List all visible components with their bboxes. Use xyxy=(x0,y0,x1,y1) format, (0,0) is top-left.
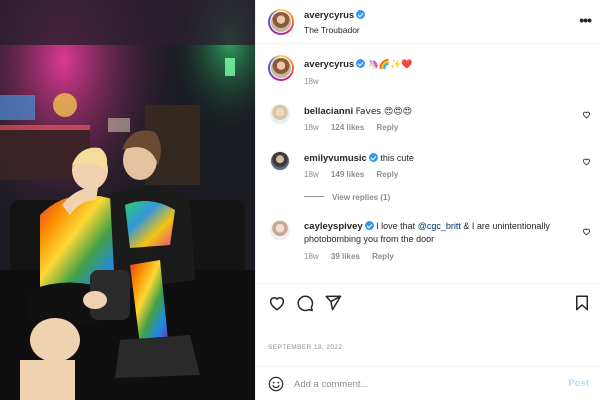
comment-time[interactable]: 18w xyxy=(304,170,319,179)
comment-text-row: emilyvumusic this cute xyxy=(304,152,574,165)
comment-icon[interactable] xyxy=(296,294,314,312)
comment-text-row: cayleyspivey I love that @cgc_britt & I … xyxy=(304,220,574,246)
post-sidebar: averycyrus The Troubador ••• averycyrus … xyxy=(255,0,600,400)
reply-button[interactable]: Reply xyxy=(377,170,399,179)
comment-avatar[interactable] xyxy=(270,151,290,171)
comment-likes[interactable]: 149 likes xyxy=(331,170,364,179)
comment-username[interactable]: cayleyspivey xyxy=(304,221,363,232)
bookmark-icon[interactable] xyxy=(573,294,591,312)
view-replies-line xyxy=(304,196,324,197)
comment-meta: 18w 149 likes Reply xyxy=(304,170,408,179)
comment-avatar[interactable] xyxy=(270,220,290,240)
more-horizontal-icon[interactable]: ••• xyxy=(579,12,592,28)
view-replies-label: View replies (1) xyxy=(332,193,391,202)
post-actions-bar xyxy=(256,283,600,323)
caption-meta: 18w xyxy=(304,77,329,86)
comment-time[interactable]: 18w xyxy=(304,123,319,132)
share-icon[interactable] xyxy=(324,294,342,312)
like-comment-heart-icon[interactable] xyxy=(582,110,591,119)
caption-time[interactable]: 18w xyxy=(304,77,319,86)
caption-text-row: averycyrus 🦄🌈✨❤️ xyxy=(304,58,574,72)
caption-username[interactable]: averycyrus xyxy=(304,59,354,70)
comment-text: this cute xyxy=(380,153,414,163)
comment-text: Faves 😍😍😍 xyxy=(355,107,413,117)
post-location[interactable]: The Troubador xyxy=(304,25,360,35)
post-header: averycyrus The Troubador ••• xyxy=(256,0,600,44)
post-photo[interactable] xyxy=(0,0,255,400)
author-username-row: averycyrus xyxy=(304,10,366,21)
verified-badge-icon xyxy=(356,10,366,19)
comment-username[interactable]: bellacianni xyxy=(304,106,353,117)
emoji-icon[interactable] xyxy=(268,376,284,392)
author-username[interactable]: averycyrus xyxy=(304,10,354,21)
comment-username[interactable]: emilyvumusic xyxy=(304,153,367,164)
comment-time[interactable]: 18w xyxy=(304,252,319,261)
like-comment-heart-icon[interactable] xyxy=(582,157,591,166)
comment-likes[interactable]: 124 likes xyxy=(331,123,364,132)
comment-avatar[interactable] xyxy=(270,104,290,124)
comments-list[interactable]: averycyrus 🦄🌈✨❤️ 18w bellacianni Faves 😍… xyxy=(256,45,600,283)
verified-badge-icon xyxy=(356,59,366,68)
comment-meta: 18w 39 likes Reply xyxy=(304,252,404,261)
instagram-post-modal: averycyrus The Troubador ••• averycyrus … xyxy=(0,0,600,400)
like-comment-heart-icon[interactable] xyxy=(582,227,591,236)
view-replies-button[interactable]: View replies (1) xyxy=(304,193,390,202)
reply-button[interactable]: Reply xyxy=(377,123,399,132)
author-avatar[interactable] xyxy=(268,9,294,35)
post-date[interactable]: SEPTEMBER 18, 2022 xyxy=(268,344,342,351)
heart-icon[interactable] xyxy=(268,294,286,312)
caption-avatar[interactable] xyxy=(268,55,294,81)
caption-text: 🦄🌈✨❤️ xyxy=(367,60,413,70)
comment-meta: 18w 124 likes Reply xyxy=(304,123,408,132)
reply-button[interactable]: Reply xyxy=(372,252,394,261)
comment-mention-link[interactable]: @cgc_britt xyxy=(418,221,461,231)
verified-badge-icon xyxy=(364,221,374,230)
add-comment-input[interactable] xyxy=(294,376,544,392)
photo-illustration xyxy=(0,0,255,400)
comment-likes[interactable]: 39 likes xyxy=(331,252,360,261)
verified-badge-icon xyxy=(368,153,378,162)
comment-text-before: I love that xyxy=(376,221,418,231)
comment-text-row: bellacianni Faves 😍😍😍 xyxy=(304,105,574,119)
add-comment-bar: Post xyxy=(256,366,600,400)
post-comment-button[interactable]: Post xyxy=(568,378,589,389)
